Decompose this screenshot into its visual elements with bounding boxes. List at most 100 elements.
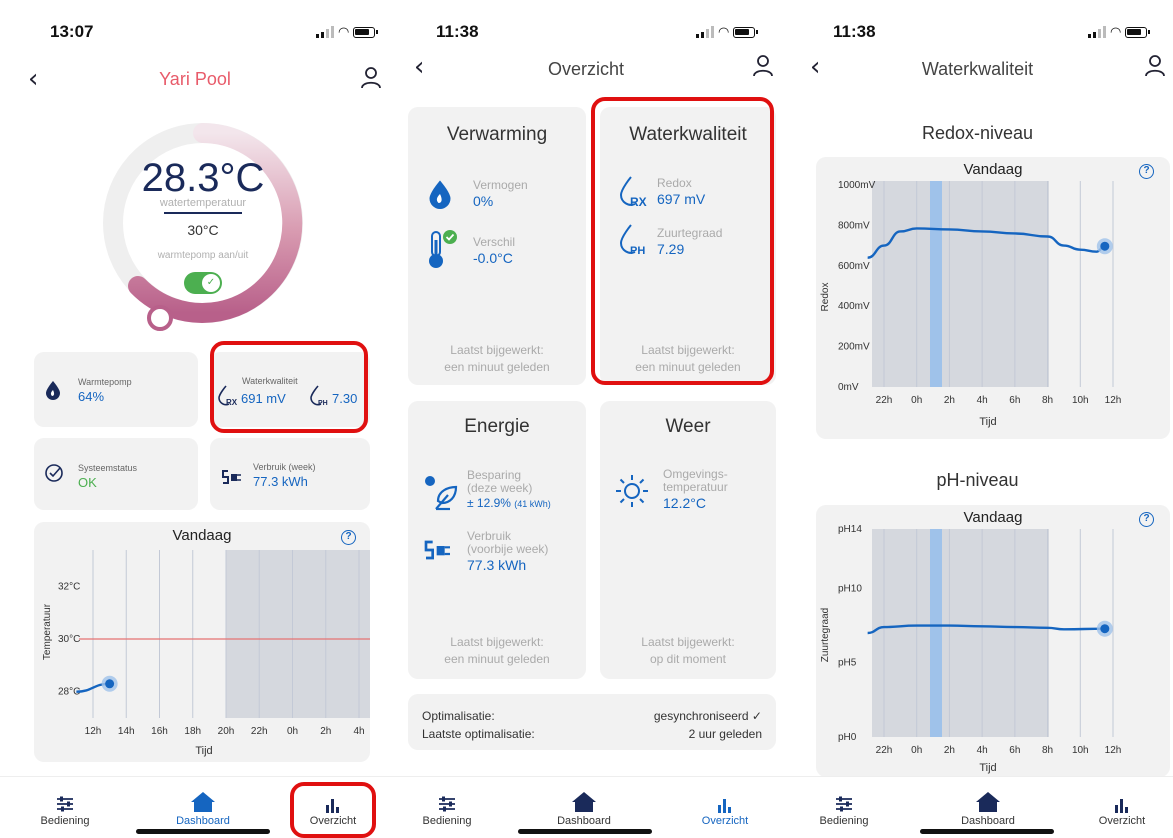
screen-waterkwaliteit: 11:38 ◠ ‹ Waterkwaliteit Redox-niveau Va… bbox=[782, 0, 1173, 838]
check-icon: ✓ bbox=[202, 274, 220, 292]
verwarming-card[interactable]: Verwarming Vermogen 0% Verschil -0.0°C L… bbox=[408, 107, 586, 385]
y-axis-label: Temperatuur bbox=[42, 603, 53, 660]
x-tick-label: 22h bbox=[876, 395, 893, 406]
signal-icon bbox=[316, 26, 334, 38]
x-tick-label: 22h bbox=[251, 726, 268, 737]
systeemstatus-label: Systeemstatus bbox=[78, 463, 138, 473]
warmtepomp-value: 64% bbox=[78, 389, 105, 404]
water-temperature-label: watertemperatuur bbox=[159, 197, 247, 209]
pump-toggle[interactable]: ✓ bbox=[184, 272, 222, 294]
home-indicator bbox=[920, 829, 1054, 834]
tab-overzicht-label: Overzicht bbox=[1098, 815, 1146, 827]
battery-icon bbox=[353, 26, 379, 38]
x-tick-label: 2h bbox=[944, 395, 955, 406]
home-indicator bbox=[136, 829, 270, 834]
weer-updated-value: op dit moment bbox=[649, 652, 727, 666]
x-tick-label: 8h bbox=[1042, 395, 1053, 406]
page-title: Waterkwaliteit bbox=[921, 59, 1034, 79]
verschil-label: Verschil bbox=[473, 235, 516, 249]
home-indicator bbox=[518, 829, 652, 834]
status-icons: ◠ bbox=[316, 24, 379, 40]
tab-bediening[interactable]: Bediening bbox=[407, 791, 487, 827]
energie-card[interactable]: Energie Besparing (deze week) ± 12.9% (4… bbox=[408, 401, 586, 679]
x-tick-label: 14h bbox=[118, 726, 135, 737]
verbruik-period: (voorbije week) bbox=[467, 542, 549, 556]
tab-overzicht-label: Overzicht bbox=[701, 815, 749, 827]
current-point bbox=[1100, 624, 1110, 634]
x-axis-label: Tijd bbox=[979, 416, 996, 428]
tab-bediening-label: Bediening bbox=[422, 815, 472, 827]
y-tick-label: pH10 bbox=[838, 583, 862, 594]
user-icon[interactable] bbox=[360, 66, 382, 90]
tab-dashboard[interactable]: Dashboard bbox=[544, 791, 624, 827]
x-axis-label: Tijd bbox=[979, 762, 996, 774]
y-axis-label: Redox bbox=[820, 283, 831, 312]
redox-chart-card[interactable]: Vandaag ? 22h 0h 2h 4h 6h 8h 10h 12h 0mV 200mV 400… bbox=[816, 157, 1170, 439]
highlight-box-waterkwaliteit bbox=[210, 341, 368, 433]
besparing-row: ± 12.9% (41 kWh) bbox=[467, 496, 551, 510]
energie-updated-value: een minuut geleden bbox=[444, 652, 550, 666]
ph-chart-card[interactable]: Vandaag ? 22h 0h 2h 4h 6h 8h 10h 12h pH0 pH5 pH10 p… bbox=[816, 505, 1170, 777]
tab-bediening[interactable]: Bediening bbox=[25, 791, 105, 827]
energie-updated-label: Laatst bijgewerkt: bbox=[450, 635, 544, 649]
verbruik-label: Verbruik (week) bbox=[253, 462, 316, 472]
status-time: 13:07 bbox=[50, 22, 94, 41]
tab-bediening[interactable]: Bediening bbox=[804, 791, 884, 827]
thermometer-check-icon bbox=[429, 230, 457, 268]
highlight-band bbox=[930, 181, 942, 387]
x-tick-label: 12h bbox=[85, 726, 102, 737]
battery-icon bbox=[733, 26, 759, 38]
sliders-icon bbox=[57, 796, 73, 812]
home-icon bbox=[572, 792, 596, 812]
check-circle-icon bbox=[45, 464, 63, 482]
screen-dashboard: 13:07 ◠ ‹ Yari Pool 28.3°C watertemperat… bbox=[0, 0, 390, 838]
tab-overzicht[interactable]: Overzicht bbox=[1082, 791, 1162, 827]
laatste-optimalisatie-value: 2 uur geleden bbox=[688, 727, 762, 741]
tab-dashboard[interactable]: Dashboard bbox=[948, 791, 1028, 827]
plug-icon bbox=[222, 470, 241, 484]
flame-drop-icon bbox=[46, 381, 60, 400]
temperature-gauge[interactable] bbox=[98, 98, 304, 338]
sun-icon bbox=[616, 475, 648, 507]
verbruik-tile[interactable]: Verbruik (week) 77.3 kWh bbox=[210, 438, 370, 510]
vermogen-label: Vermogen bbox=[473, 178, 528, 192]
wifi-icon: ◠ bbox=[1110, 24, 1122, 39]
x-tick-label: 18h bbox=[184, 726, 201, 737]
x-tick-label: 6h bbox=[1009, 745, 1020, 756]
omgevingstemperatuur-value: 12.2°C bbox=[663, 495, 706, 511]
page-title: Yari Pool bbox=[159, 69, 231, 89]
warmtepomp-tile[interactable]: Warmtepomp 64% bbox=[34, 352, 198, 427]
tab-dashboard[interactable]: Dashboard bbox=[163, 791, 243, 827]
weer-title: Weer bbox=[665, 416, 711, 437]
tab-overzicht[interactable]: Overzicht bbox=[685, 791, 765, 827]
setpoint-value[interactable]: 30°C bbox=[130, 222, 276, 238]
sliders-icon bbox=[836, 796, 852, 812]
bar-chart-icon bbox=[718, 799, 731, 813]
y-tick-label: 600mV bbox=[838, 261, 870, 272]
x-tick-label: 4h bbox=[353, 726, 364, 737]
systeemstatus-tile[interactable]: Systeemstatus OK bbox=[34, 438, 198, 510]
verbruik-value: 77.3 kWh bbox=[253, 474, 308, 489]
user-icon[interactable] bbox=[1144, 54, 1166, 78]
ph-heading: pH-niveau bbox=[936, 470, 1019, 490]
redox-chart: 22h 0h 2h 4h 6h 8h 10h 12h 0mV 200mV 400mV 600mV 800… bbox=[820, 180, 1122, 428]
home-icon bbox=[976, 792, 1000, 812]
night-shading bbox=[872, 181, 1049, 387]
temperature-chart-card[interactable]: Vandaag ? 12h 14h 16h 18h 20h 22h 0h 2h 4h 28°C 30… bbox=[34, 522, 370, 762]
battery-icon bbox=[1125, 26, 1151, 38]
user-icon[interactable] bbox=[752, 54, 774, 78]
x-tick-label: 6h bbox=[1009, 395, 1020, 406]
besparing-label: Besparing bbox=[467, 468, 522, 482]
weer-card[interactable]: Weer Omgevings- temperatuur 12.2°C Laats… bbox=[600, 401, 776, 679]
y-tick-label: 200mV bbox=[838, 342, 870, 353]
optimalisatie-card: Optimalisatie: gesynchroniseerd ✓ Laatst… bbox=[408, 694, 776, 750]
verschil-value: -0.0°C bbox=[473, 250, 513, 266]
home-icon bbox=[191, 792, 215, 812]
verwarming-title: Verwarming bbox=[446, 124, 548, 145]
y-tick-label: pH5 bbox=[838, 658, 857, 669]
x-tick-label: 12h bbox=[1105, 395, 1122, 406]
optimalisatie-status: gesynchroniseerd ✓ bbox=[653, 709, 762, 723]
status-time: 11:38 bbox=[436, 22, 479, 41]
x-tick-label: 20h bbox=[218, 726, 235, 737]
night-shading bbox=[226, 550, 370, 718]
